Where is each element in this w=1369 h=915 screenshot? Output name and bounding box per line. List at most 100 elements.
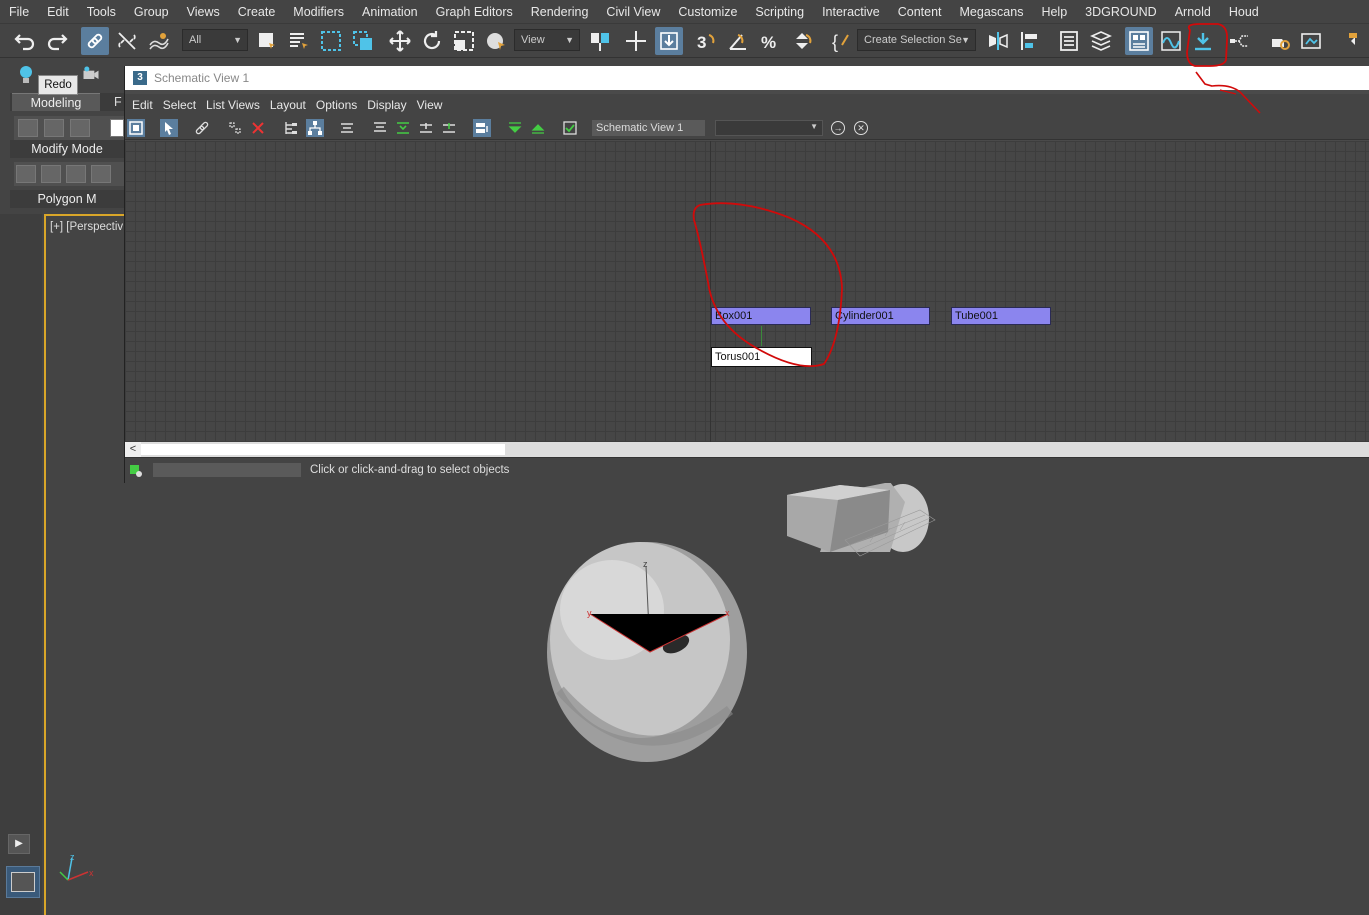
menu-3dground[interactable]: 3DGROUND [1076, 0, 1166, 23]
keyboard-shortcut-icon[interactable] [655, 27, 683, 55]
dependency-view-icon[interactable] [1226, 27, 1254, 55]
display-floater-icon[interactable] [127, 119, 145, 137]
schematic-menu-layout[interactable]: Layout [265, 94, 311, 116]
menu-graph-editors[interactable]: Graph Editors [427, 0, 522, 23]
reference-coord-dropdown[interactable]: View ▼ [514, 29, 580, 51]
rect-selection-icon[interactable] [317, 27, 345, 55]
cube-op-icon-4[interactable] [91, 165, 111, 183]
collapse-icon[interactable] [417, 119, 435, 137]
edit-named-selection-icon[interactable]: { [828, 27, 856, 55]
menu-interactive[interactable]: Interactive [813, 0, 889, 23]
cube-op-icon-2[interactable] [41, 165, 61, 183]
bind-spacewarp-icon[interactable] [145, 27, 173, 55]
expand-all-icon[interactable] [394, 119, 412, 137]
node-tube001[interactable]: Tube001 [951, 307, 1051, 325]
select-object-icon[interactable] [253, 27, 281, 55]
spinner-snap-icon[interactable] [788, 27, 816, 55]
expand-arrow-icon[interactable]: ▶ [8, 834, 30, 854]
menu-content[interactable]: Content [889, 0, 951, 23]
schematic-title-bar[interactable]: 3 Schematic View 1 [125, 66, 1369, 90]
menu-help[interactable]: Help [1032, 0, 1076, 23]
menu-modifiers[interactable]: Modifiers [284, 0, 353, 23]
schematic-hscrollbar[interactable]: < [125, 442, 1369, 457]
scroll-left-button[interactable]: < [125, 442, 141, 457]
menu-file[interactable]: File [0, 0, 38, 23]
menu-animation[interactable]: Animation [353, 0, 427, 23]
rotate-icon[interactable] [418, 27, 446, 55]
delete-bookmark-icon[interactable]: ✕ [854, 121, 868, 135]
light-bulb-icon[interactable] [14, 62, 38, 86]
schematic-view-icon[interactable] [1189, 27, 1217, 55]
schematic-menu-select[interactable]: Select [158, 94, 201, 116]
move-icon[interactable] [386, 27, 414, 55]
angle-snap-icon[interactable] [724, 27, 752, 55]
schematic-menu-options[interactable]: Options [311, 94, 362, 116]
select-arrow-icon[interactable] [160, 119, 178, 137]
hierarchy-mode-icon[interactable] [282, 119, 300, 137]
material-editor-icon[interactable] [1266, 27, 1294, 55]
arrange-children-icon[interactable] [473, 119, 491, 137]
vertex-mode-icon[interactable] [18, 119, 38, 137]
curve-editor-icon[interactable] [1157, 27, 1185, 55]
layer-explorer-icon[interactable] [1055, 27, 1083, 55]
node-box001[interactable]: Box001 [711, 307, 811, 325]
toggle-ribbon-icon[interactable] [1125, 27, 1153, 55]
menu-arnold[interactable]: Arnold [1166, 0, 1220, 23]
delete-icon[interactable] [249, 119, 267, 137]
menu-customize[interactable]: Customize [669, 0, 746, 23]
undo-icon[interactable] [11, 27, 39, 55]
border-mode-icon[interactable] [70, 119, 90, 137]
free-all-icon[interactable] [440, 119, 458, 137]
render-setup-icon[interactable] [1297, 27, 1325, 55]
menu-rendering[interactable]: Rendering [522, 0, 598, 23]
go-to-bookmark-icon[interactable]: → [831, 121, 845, 135]
menu-group[interactable]: Group [125, 0, 178, 23]
schematic-menu-list-views[interactable]: List Views [201, 94, 265, 116]
selection-filter-dropdown[interactable]: All ▼ [182, 29, 248, 51]
references-mode-icon[interactable] [306, 119, 324, 137]
camera-icon[interactable] [80, 64, 102, 84]
menu-houdini[interactable]: Houd [1220, 0, 1268, 23]
schematic-menu-view[interactable]: View [412, 94, 448, 116]
edge-mode-icon[interactable] [44, 119, 64, 137]
snap-3d-icon[interactable]: 3 [692, 27, 720, 55]
select-link-icon[interactable] [81, 27, 109, 55]
named-selection-dropdown[interactable]: Create Selection Se ▼ [857, 29, 976, 51]
menu-edit[interactable]: Edit [38, 0, 78, 23]
place-icon[interactable] [482, 27, 510, 55]
schematic-menu-edit[interactable]: Edit [127, 94, 158, 116]
pivot-icon[interactable] [586, 27, 614, 55]
select-by-name-icon[interactable] [285, 27, 313, 55]
tab-modeling[interactable]: Modeling [12, 93, 100, 111]
unlink-icon[interactable] [113, 27, 141, 55]
maximize-viewport-button[interactable] [6, 866, 40, 898]
menu-civil-view[interactable]: Civil View [597, 0, 669, 23]
window-crossing-icon[interactable] [349, 27, 377, 55]
align-icon[interactable] [1016, 27, 1044, 55]
menu-tools[interactable]: Tools [78, 0, 125, 23]
schematic-canvas[interactable]: Box001 Cylinder001 Tube001 Torus001 [125, 141, 1369, 443]
align-left-icon[interactable] [371, 119, 389, 137]
node-cylinder001[interactable]: Cylinder001 [831, 307, 930, 325]
viewport-label[interactable]: [+] [Perspectiv [50, 221, 123, 233]
scroll-thumb[interactable] [141, 444, 505, 455]
cube-op-icon-3[interactable] [66, 165, 86, 183]
percent-snap-icon[interactable]: % [756, 27, 784, 55]
mirror-icon[interactable] [984, 27, 1012, 55]
move-children-up-icon[interactable] [529, 119, 547, 137]
menu-megascans[interactable]: Megascans [951, 0, 1033, 23]
pivot-center-icon[interactable] [622, 27, 650, 55]
hide-all-icon[interactable] [338, 119, 356, 137]
menu-create[interactable]: Create [229, 0, 285, 23]
schematic-bookmark-dropdown[interactable]: ▼ [715, 120, 823, 136]
render-icon[interactable] [1333, 27, 1361, 55]
cube-op-icon-1[interactable] [16, 165, 36, 183]
polygon-mode-icon[interactable] [110, 119, 124, 137]
scale-icon[interactable] [450, 27, 478, 55]
menu-scripting[interactable]: Scripting [746, 0, 813, 23]
schematic-menu-display[interactable]: Display [362, 94, 411, 116]
unlink-selected-icon[interactable] [226, 119, 244, 137]
schematic-name-field[interactable]: Schematic View 1 [592, 120, 705, 136]
tab-freeform[interactable]: F [114, 93, 122, 111]
scene-explorer-icon[interactable] [1087, 27, 1115, 55]
